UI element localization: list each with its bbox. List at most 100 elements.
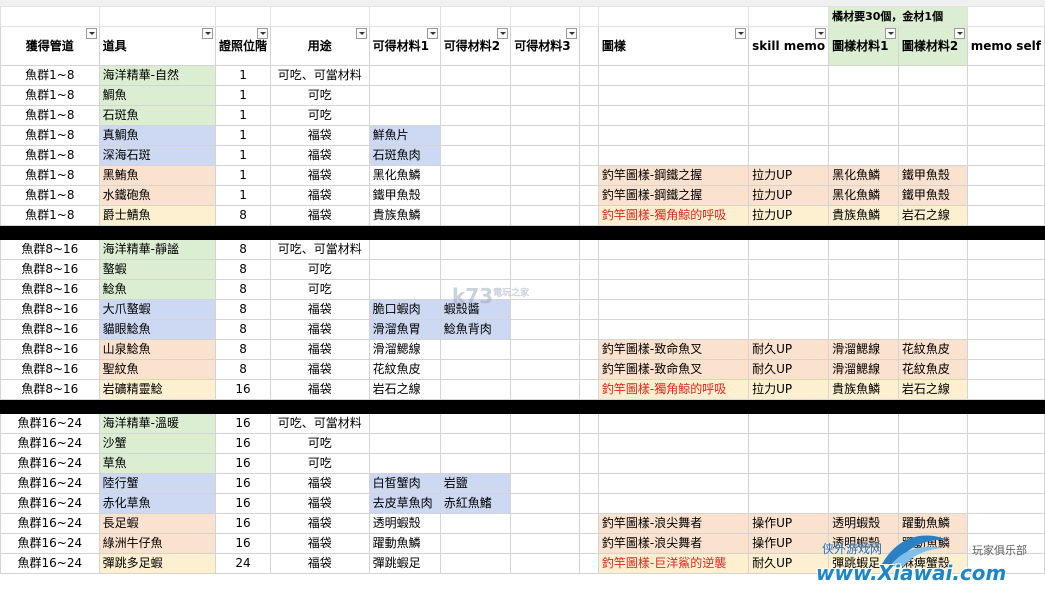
cell-lv[interactable]: 16 (215, 453, 272, 474)
cell-item[interactable]: 綠洲牛仔魚 (98, 533, 217, 554)
cell-use[interactable]: 福袋 (270, 205, 370, 226)
cell-empty[interactable] (579, 239, 599, 260)
cell-p2[interactable] (897, 65, 968, 86)
cell-empty[interactable] (510, 493, 581, 514)
cell-pt[interactable]: 釣竿圖樣-獨角鯨的呼吸 (597, 205, 750, 226)
cell-src[interactable]: 魚群8~16 (0, 279, 100, 300)
cell-empty[interactable] (510, 205, 581, 226)
cell-item[interactable]: 黑鮪魚 (98, 165, 217, 186)
cell-p1[interactable] (828, 433, 899, 454)
cell-src[interactable]: 魚群16~24 (0, 513, 100, 534)
cell-item[interactable]: 水鐵砲魚 (98, 185, 217, 206)
cell-p1[interactable] (828, 259, 899, 280)
cell-use[interactable]: 可吃 (270, 85, 370, 106)
cell-use[interactable]: 福袋 (270, 319, 370, 340)
cell-empty[interactable] (579, 105, 599, 126)
cell-empty[interactable] (579, 279, 599, 300)
cell-empty[interactable] (579, 433, 599, 454)
cell-empty[interactable] (966, 205, 1045, 226)
cell-lv[interactable]: 16 (215, 533, 272, 554)
cell-empty[interactable] (579, 165, 599, 186)
cell-p1[interactable]: 滑溜鰓線 (828, 339, 899, 360)
cell-p1[interactable]: 貴族魚鱗 (828, 379, 899, 400)
cell-empty[interactable] (579, 65, 599, 86)
cell-pt[interactable]: 釣竿圖樣-鋼鐵之握 (597, 165, 750, 186)
cell-m2[interactable] (439, 379, 512, 400)
cell-empty[interactable] (510, 513, 581, 534)
cell-lv[interactable]: 16 (215, 473, 272, 494)
cell-item[interactable]: 真鯛魚 (98, 125, 217, 146)
cell-m2[interactable]: 岩鹽 (439, 473, 512, 494)
cell-src[interactable]: 魚群16~24 (0, 493, 100, 514)
cell-p2[interactable] (897, 259, 968, 280)
cell-empty[interactable] (966, 185, 1045, 206)
cell-empty[interactable] (510, 145, 581, 166)
cell-src[interactable]: 魚群1~8 (0, 125, 100, 146)
cell-sk[interactable]: 拉力UP (748, 205, 830, 226)
cell-m1[interactable] (368, 85, 441, 106)
cell-empty[interactable] (510, 339, 581, 360)
cell-src[interactable]: 魚群16~24 (0, 453, 100, 474)
cell-empty[interactable] (510, 259, 581, 280)
cell-empty[interactable] (966, 319, 1045, 340)
cell-item[interactable]: 聖紋魚 (98, 359, 217, 380)
cell-m2[interactable] (439, 433, 512, 454)
cell-m1[interactable]: 脆口蝦肉 (368, 299, 441, 320)
filter-dropdown-icon[interactable] (884, 28, 896, 39)
cell-lv[interactable]: 16 (215, 433, 272, 454)
cell-empty[interactable] (966, 125, 1045, 146)
cell-p1[interactable] (828, 239, 899, 260)
cell-lv[interactable]: 8 (215, 259, 272, 280)
cell-p1[interactable] (828, 105, 899, 126)
cell-empty[interactable] (579, 85, 599, 106)
cell-empty[interactable] (966, 145, 1045, 166)
cell-m2[interactable]: 鯰魚背肉 (439, 319, 512, 340)
cell-src[interactable]: 魚群1~8 (0, 165, 100, 186)
cell-pt[interactable] (597, 259, 750, 280)
filter-dropdown-icon[interactable] (355, 28, 367, 39)
cell-m2[interactable]: 赤紅魚鰭 (439, 493, 512, 514)
cell-m2[interactable] (439, 105, 512, 126)
cell-pt[interactable]: 釣竿圖樣-致命魚叉 (597, 359, 750, 380)
cell-empty[interactable] (966, 453, 1045, 474)
filter-dropdown-icon[interactable] (257, 28, 269, 39)
cell-p2[interactable] (897, 145, 968, 166)
cell-pt[interactable] (597, 239, 750, 260)
cell-src[interactable]: 魚群8~16 (0, 359, 100, 380)
cell-m1[interactable]: 滑溜魚胃 (368, 319, 441, 340)
cell-item[interactable]: 石斑魚 (98, 105, 217, 126)
cell-sk[interactable] (748, 433, 830, 454)
cell-p2[interactable]: 岩石之線 (897, 379, 968, 400)
cell-src[interactable]: 魚群16~24 (0, 553, 100, 574)
cell-src[interactable]: 魚群1~8 (0, 105, 100, 126)
cell-src[interactable]: 魚群16~24 (0, 433, 100, 454)
cell-m1[interactable]: 鐵甲魚殼 (368, 185, 441, 206)
cell-sk[interactable] (748, 413, 830, 434)
cell-empty[interactable] (579, 493, 599, 514)
cell-use[interactable]: 可吃 (270, 279, 370, 300)
cell-lv[interactable]: 1 (215, 185, 272, 206)
cell-p1[interactable] (828, 279, 899, 300)
cell-use[interactable]: 福袋 (270, 533, 370, 554)
cell-m2[interactable] (439, 65, 512, 86)
cell-m2[interactable] (439, 259, 512, 280)
cell-p2[interactable] (897, 493, 968, 514)
cell-item[interactable]: 赤化草魚 (98, 493, 217, 514)
cell-item[interactable]: 深海石斑 (98, 145, 217, 166)
cell-item[interactable]: 陸行蟹 (98, 473, 217, 494)
cell-lv[interactable]: 8 (215, 239, 272, 260)
cell-p1[interactable] (828, 85, 899, 106)
cell-sk[interactable]: 操作UP (748, 533, 830, 554)
cell-m1[interactable] (368, 259, 441, 280)
cell-p1[interactable] (828, 125, 899, 146)
cell-sk[interactable] (748, 125, 830, 146)
filter-dropdown-icon[interactable] (953, 28, 965, 39)
cell-pt[interactable]: 釣竿圖樣-浪尖舞者 (597, 533, 750, 554)
cell-sk[interactable] (748, 85, 830, 106)
cell-p1[interactable] (828, 493, 899, 514)
cell-empty[interactable] (579, 299, 599, 320)
cell-lv[interactable]: 16 (215, 513, 272, 534)
cell-empty[interactable] (510, 105, 581, 126)
cell-sk[interactable]: 操作UP (748, 513, 830, 534)
cell-empty[interactable] (966, 299, 1045, 320)
